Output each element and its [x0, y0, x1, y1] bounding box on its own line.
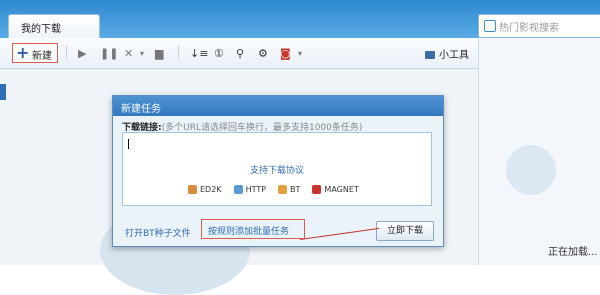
toolbar-separator: [66, 46, 67, 60]
magnet-icon: [312, 184, 322, 194]
tab-my-downloads[interactable]: 我的下载: [8, 14, 100, 39]
new-task-dialog: 新建任务 下载链接:(多个URL请选择回车换行，最多支持1000条任务) 支持下…: [112, 95, 444, 247]
sort-icon[interactable]: ↓≡: [190, 45, 208, 61]
bt-icon: [278, 184, 288, 194]
delete-dropdown-chevron-icon[interactable]: ▾: [140, 45, 144, 61]
download-link-textarea[interactable]: 支持下载协议 ED2K HTTP BT MAGNET: [122, 132, 432, 206]
search-placeholder: 热门影视搜索: [499, 23, 559, 34]
ed2k-icon: [188, 184, 197, 194]
mascot-bird-icon: [506, 145, 556, 195]
protocol-magnet: MAGNET: [312, 183, 359, 195]
play-icon[interactable]: ▶: [78, 45, 86, 61]
tools-label: 小工具: [439, 50, 469, 61]
delete-icon[interactable]: ✕: [124, 45, 133, 61]
tab-my-downloads-label: 我的下载: [21, 24, 61, 35]
protocol-bt: BT: [278, 183, 300, 195]
protocols-title: 支持下载协议: [249, 166, 304, 176]
protocol-list: ED2K HTTP BT MAGNET: [188, 183, 428, 195]
text-caret: [128, 139, 129, 149]
search-input[interactable]: 热门影视搜索: [478, 14, 600, 38]
priority-icon[interactable]: ①: [214, 45, 224, 61]
protocol-http-label: HTTP: [245, 184, 267, 194]
batch-add-link[interactable]: 按规则添加批量任务: [201, 219, 305, 239]
new-task-label: 新建: [32, 51, 52, 62]
plus-icon: +: [16, 43, 30, 62]
open-bt-file-link[interactable]: 打开BT种子文件: [125, 226, 191, 239]
find-icon[interactable]: ⚲: [236, 45, 244, 61]
folder-icon[interactable]: ▆: [155, 45, 163, 61]
download-now-button[interactable]: 立即下载: [376, 221, 434, 241]
protocol-magnet-label: MAGNET: [324, 184, 359, 194]
pause-icon[interactable]: ❚❚: [100, 45, 118, 61]
protocol-ed2k-label: ED2K: [200, 184, 222, 194]
loading-status: 正在加载...: [548, 247, 598, 258]
speed-mode-icon[interactable]: ◙: [280, 45, 291, 61]
search-icon: [484, 20, 496, 32]
batch-add-label: 按规则添加批量任务: [208, 227, 290, 237]
protocol-bt-label: BT: [290, 184, 301, 194]
new-task-button[interactable]: + 新建: [12, 43, 58, 63]
tools-button[interactable]: 小工具: [425, 46, 469, 61]
speed-mode-chevron-icon[interactable]: ▾: [298, 45, 302, 61]
settings-gear-icon[interactable]: ⚙: [258, 45, 268, 61]
dialog-title: 新建任务: [121, 104, 161, 115]
toolbar-separator: [178, 46, 179, 60]
side-expand-tab[interactable]: [0, 84, 6, 100]
toolbox-icon: [425, 51, 435, 59]
toolbar: + 新建 ▶ ❚❚ ✕ ▾ ▆ ↓≡ ① ⚲ ⚙ ◙ ▾ 小工具: [0, 38, 478, 69]
http-icon: [233, 184, 243, 194]
protocol-ed2k: ED2K: [188, 183, 222, 195]
dialog-title-bar[interactable]: 新建任务: [113, 96, 443, 116]
protocol-http: HTTP: [233, 183, 267, 195]
